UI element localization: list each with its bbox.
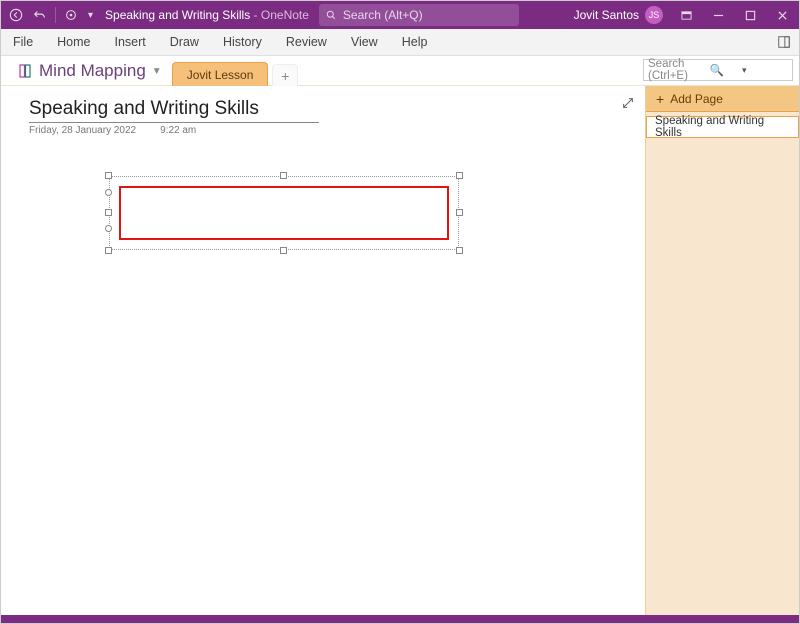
- account-button[interactable]: Jovit Santos JS: [568, 6, 669, 24]
- textbox-shape[interactable]: [119, 186, 449, 240]
- status-bar: [1, 615, 799, 623]
- notebook-icon: [17, 63, 33, 79]
- page-list-item[interactable]: Speaking and Writing Skills: [646, 116, 799, 138]
- resize-handle[interactable]: [105, 209, 112, 216]
- quick-access-toolbar: ▾: [1, 4, 97, 26]
- ribbon-tab-history[interactable]: History: [211, 29, 274, 55]
- page-meta: Friday, 28 January 2022 9:22 am: [29, 125, 319, 136]
- minimize-button[interactable]: [703, 1, 733, 29]
- close-button[interactable]: [767, 1, 797, 29]
- title-bar: ▾ Speaking and Writing Skills - OneNote …: [1, 1, 799, 29]
- ribbon-display-options-button[interactable]: [671, 1, 701, 29]
- ribbon-tab-help[interactable]: Help: [390, 29, 440, 55]
- resize-handle[interactable]: [105, 189, 112, 196]
- chevron-down-icon: ▾: [740, 65, 788, 76]
- ribbon-tab-review[interactable]: Review: [274, 29, 339, 55]
- resize-handle[interactable]: [456, 172, 463, 179]
- app-name-suffix: - OneNote: [250, 8, 309, 22]
- expand-icon[interactable]: [621, 96, 635, 115]
- page-canvas[interactable]: Speaking and Writing Skills Friday, 28 J…: [1, 86, 645, 623]
- selected-object-container[interactable]: [109, 176, 459, 250]
- resize-handle[interactable]: [280, 247, 287, 254]
- page-title[interactable]: Speaking and Writing Skills: [29, 98, 319, 123]
- user-avatar: JS: [645, 6, 663, 24]
- page-date[interactable]: Friday, 28 January 2022: [29, 125, 136, 136]
- search-icon: 🔍: [694, 63, 740, 77]
- section-tab-active[interactable]: Jovit Lesson: [172, 62, 269, 86]
- search-icon: [325, 9, 337, 21]
- ribbon-tab-file[interactable]: File: [1, 29, 45, 55]
- app-window: ▾ Speaking and Writing Skills - OneNote …: [0, 0, 800, 624]
- notebook-name-text: Mind Mapping: [39, 61, 146, 81]
- resize-handle[interactable]: [105, 247, 112, 254]
- page-search-input[interactable]: Search (Ctrl+E) 🔍 ▾: [643, 59, 793, 81]
- notebook-dropdown[interactable]: Mind Mapping ▼: [1, 61, 172, 85]
- add-page-label: Add Page: [670, 92, 723, 106]
- titlebar-right: Jovit Santos JS: [568, 1, 799, 29]
- ribbon-menu: File Home Insert Draw History Review Vie…: [1, 29, 799, 56]
- window-title: Speaking and Writing Skills - OneNote: [105, 8, 309, 22]
- user-name-text: Jovit Santos: [574, 8, 639, 22]
- add-section-button[interactable]: +: [272, 64, 298, 86]
- plus-icon: +: [656, 92, 664, 106]
- page-list-sidebar: + Add Page Speaking and Writing Skills: [645, 86, 799, 623]
- ribbon-tab-home[interactable]: Home: [45, 29, 102, 55]
- search-box[interactable]: Search (Alt+Q): [319, 4, 519, 26]
- resize-handle[interactable]: [456, 209, 463, 216]
- search-placeholder: Search (Alt+Q): [343, 8, 423, 22]
- main-area: Speaking and Writing Skills Friday, 28 J…: [1, 86, 799, 623]
- notebook-row: Mind Mapping ▼ Jovit Lesson + Search (Ct…: [1, 56, 799, 86]
- ribbon-tab-draw[interactable]: Draw: [158, 29, 211, 55]
- resize-handle[interactable]: [105, 172, 112, 179]
- page-search-placeholder: Search (Ctrl+E): [648, 58, 694, 82]
- resize-handle[interactable]: [280, 172, 287, 179]
- maximize-button[interactable]: [735, 1, 765, 29]
- document-title-text: Speaking and Writing Skills: [105, 8, 250, 22]
- add-page-button[interactable]: + Add Page: [646, 86, 799, 112]
- full-page-view-button[interactable]: [769, 29, 799, 55]
- undo-button[interactable]: [29, 4, 51, 26]
- ribbon-tab-insert[interactable]: Insert: [103, 29, 158, 55]
- back-button[interactable]: [5, 4, 27, 26]
- resize-handle[interactable]: [456, 247, 463, 254]
- ribbon-tab-view[interactable]: View: [339, 29, 390, 55]
- page-time[interactable]: 9:22 am: [160, 125, 196, 136]
- touch-mode-button[interactable]: [60, 4, 82, 26]
- separator: [55, 7, 56, 23]
- chevron-down-icon: ▼: [152, 66, 162, 77]
- page-title-block: Speaking and Writing Skills Friday, 28 J…: [29, 98, 319, 136]
- qat-customize-button[interactable]: ▾: [84, 10, 97, 21]
- resize-handle[interactable]: [105, 225, 112, 232]
